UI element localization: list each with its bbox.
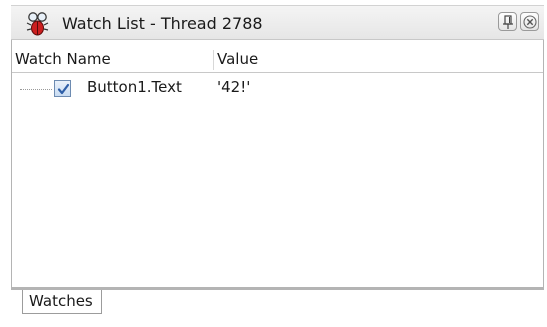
watch-row[interactable]: Button1.Text '42!' xyxy=(12,76,543,102)
title-bar[interactable]: Watch List - Thread 2788 xyxy=(11,5,544,40)
watch-list-window: Watch List - Thread 2788 Watch Name Valu… xyxy=(0,0,547,327)
bug-icon xyxy=(25,11,51,37)
window-title: Watch List - Thread 2788 xyxy=(62,14,263,33)
watch-name: Button1.Text xyxy=(87,78,182,96)
pin-button[interactable] xyxy=(498,12,517,31)
close-button[interactable] xyxy=(520,12,539,31)
column-header: Watch Name Value xyxy=(12,48,543,73)
tab-watches[interactable]: Watches xyxy=(22,290,102,314)
column-header-watch-name[interactable]: Watch Name xyxy=(12,50,214,70)
watch-value: '42!' xyxy=(217,78,251,96)
checkmark-icon xyxy=(57,83,70,95)
watch-enabled-checkbox[interactable] xyxy=(54,80,71,97)
watch-list-panel: Watch Name Value Button1.Text '42!' xyxy=(11,40,544,288)
tree-connector xyxy=(20,89,52,90)
column-header-value[interactable]: Value xyxy=(217,50,258,68)
